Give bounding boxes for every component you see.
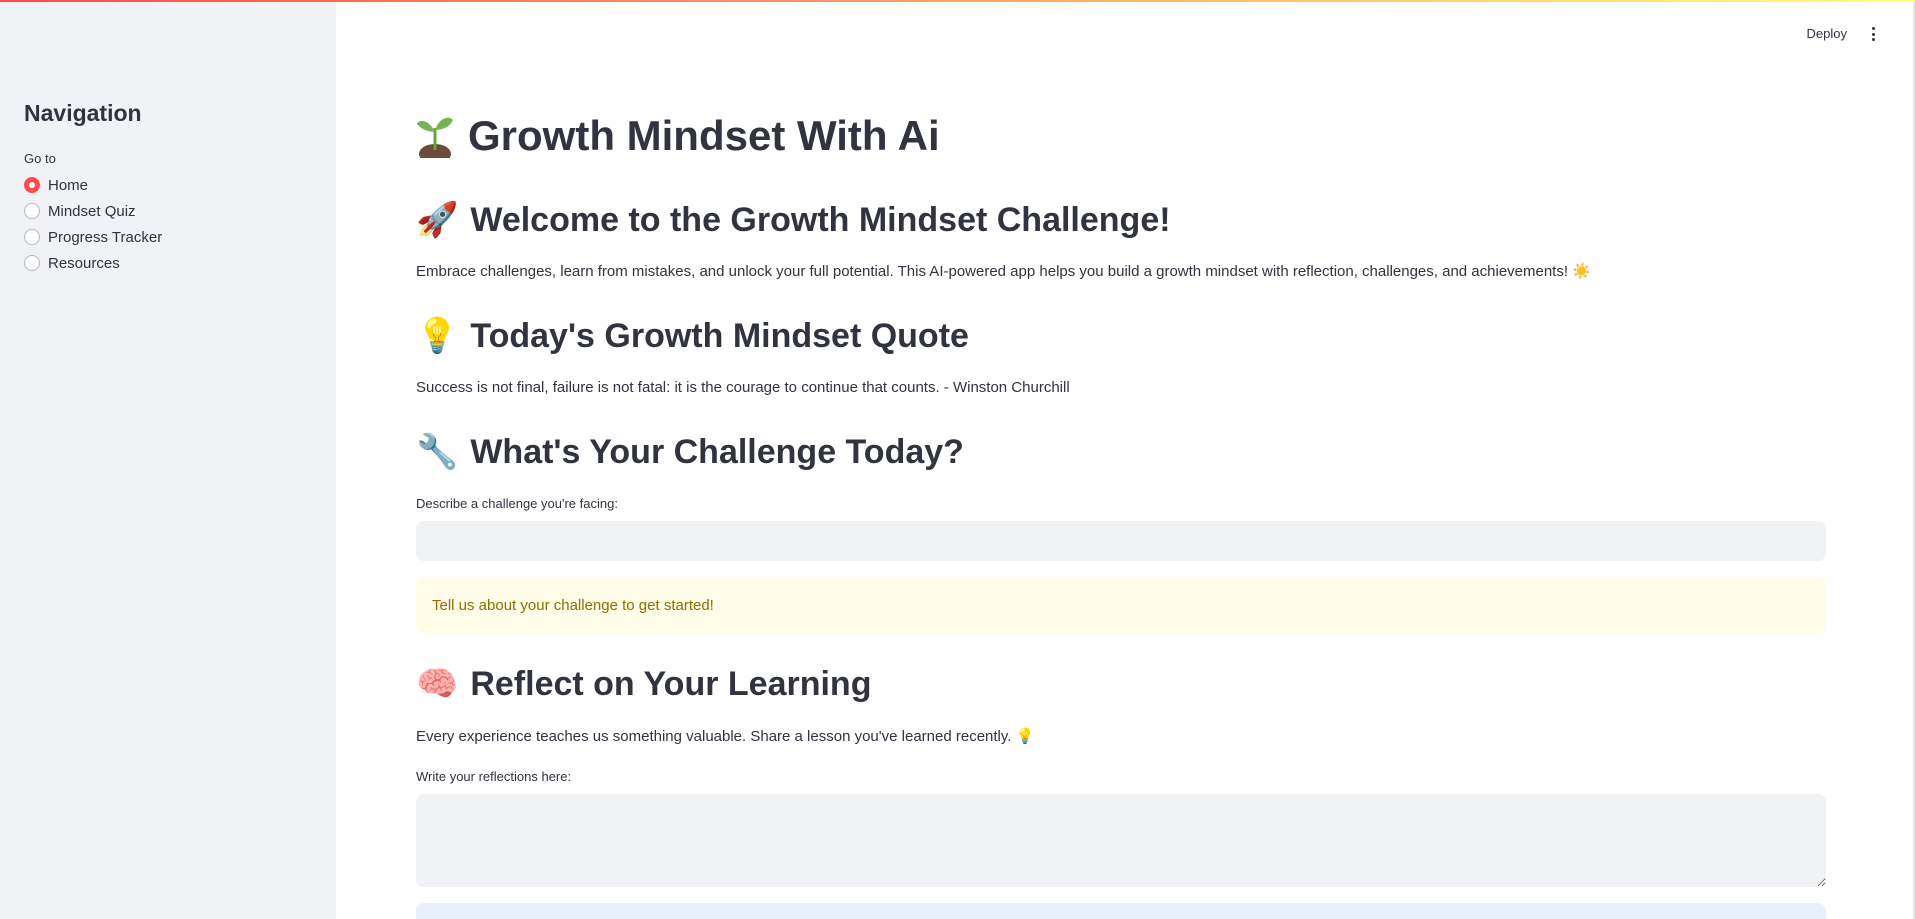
radio-unselected-icon[interactable] <box>24 203 40 219</box>
more-options-icon[interactable] <box>1867 24 1879 44</box>
brain-icon: 🧠 <box>416 664 459 704</box>
warning-alert: Tell us about your challenge to get star… <box>416 577 1826 633</box>
challenge-heading-text: What's Your Challenge Today? <box>470 432 964 471</box>
wrench-icon: 🔧 <box>416 432 459 472</box>
seedling-icon <box>416 114 454 164</box>
radio-group-label: Go to <box>24 151 56 166</box>
sidebar: Navigation Go to Home Mindset Quiz Progr… <box>0 0 336 919</box>
radio-option-label: Home <box>48 176 89 194</box>
challenge-input[interactable] <box>416 521 1826 561</box>
rocket-icon: 🚀 <box>416 200 459 240</box>
top-decoration-bar <box>0 0 1915 2</box>
challenge-input-label: Describe a challenge you're facing: <box>416 496 618 511</box>
radio-option-home[interactable]: Home <box>24 172 312 198</box>
navigation-radio-group: Home Mindset Quiz Progress Tracker Resou… <box>24 172 312 276</box>
reflect-heading-text: Reflect on Your Learning <box>470 664 872 703</box>
welcome-heading-text: Welcome to the Growth Mindset Challenge! <box>470 200 1171 239</box>
welcome-heading: 🚀 Welcome to the Growth Mindset Challeng… <box>416 200 1171 240</box>
quote-text: Success is not final, failure is not fat… <box>416 379 1070 396</box>
reflection-textarea[interactable] <box>416 794 1826 887</box>
page-title-text: Growth Mindset With Ai <box>468 112 940 159</box>
radio-option-mindset-quiz[interactable]: Mindset Quiz <box>24 198 312 224</box>
reflect-heading: 🧠 Reflect on Your Learning <box>416 664 871 704</box>
radio-option-label: Mindset Quiz <box>48 202 136 220</box>
radio-unselected-icon[interactable] <box>24 229 40 245</box>
radio-option-resources[interactable]: Resources <box>24 250 312 276</box>
welcome-text: Embrace challenges, learn from mistakes,… <box>416 263 1591 280</box>
warning-alert-text: Tell us about your challenge to get star… <box>432 596 714 614</box>
page-title: Growth Mindset With Ai <box>416 112 940 164</box>
radio-option-label: Resources <box>48 254 120 272</box>
radio-selected-icon[interactable] <box>24 177 40 193</box>
sidebar-title: Navigation <box>24 100 142 126</box>
quote-heading-text: Today's Growth Mindset Quote <box>470 316 969 355</box>
challenge-heading: 🔧 What's Your Challenge Today? <box>416 432 964 472</box>
quote-heading: 💡 Today's Growth Mindset Quote <box>416 316 969 356</box>
deploy-button[interactable]: Deploy <box>1807 26 1847 41</box>
radio-unselected-icon[interactable] <box>24 255 40 271</box>
radio-option-label: Progress Tracker <box>48 228 163 246</box>
reflect-text: Every experience teaches us something va… <box>416 728 1035 745</box>
lightbulb-icon: 💡 <box>416 316 459 356</box>
reflection-textarea-label: Write your reflections here: <box>416 769 572 784</box>
info-alert <box>416 903 1826 919</box>
app-header: Deploy <box>336 0 1915 60</box>
radio-option-progress-tracker[interactable]: Progress Tracker <box>24 224 312 250</box>
